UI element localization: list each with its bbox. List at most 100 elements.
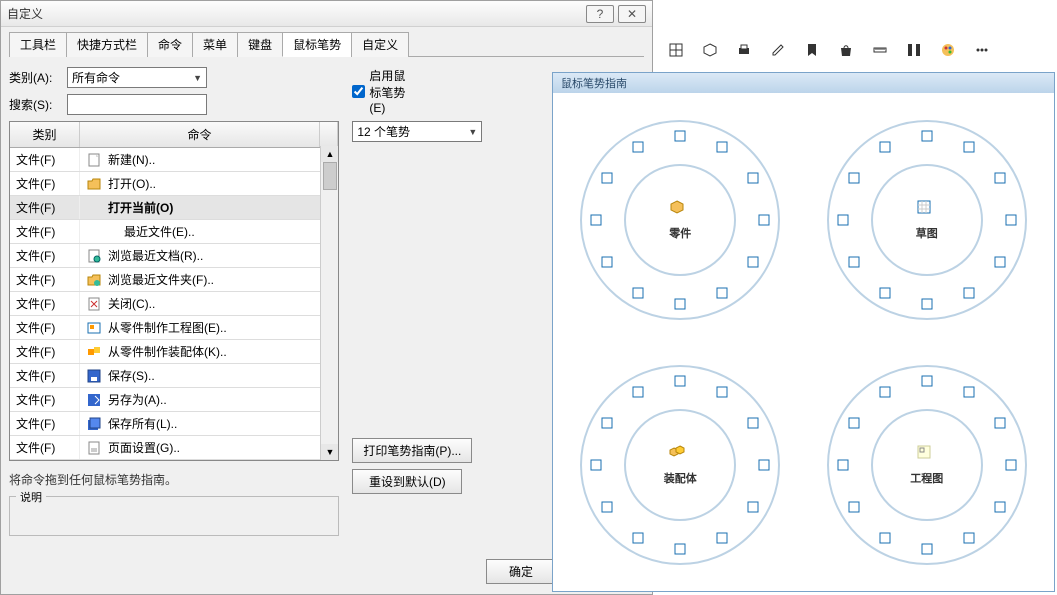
slot-icon[interactable]	[960, 138, 978, 156]
bookmark-icon[interactable]	[802, 40, 822, 60]
enable-gesture-input[interactable]	[352, 85, 365, 98]
asm-contract2-icon[interactable]	[598, 498, 616, 516]
asm-box-icon[interactable]	[755, 456, 773, 474]
table-row[interactable]: 文件(F)浏览最近文件夹(F)..	[10, 268, 338, 292]
drawline-icon[interactable]	[918, 372, 936, 390]
print-icon[interactable]	[734, 40, 754, 60]
compass-icon[interactable]	[876, 529, 894, 547]
point-icon[interactable]	[876, 138, 894, 156]
align-arrow-icon[interactable]	[991, 498, 1009, 516]
table-row[interactable]: 文件(F)保存(S)..	[10, 364, 338, 388]
close-button[interactable]: ✕	[618, 5, 646, 23]
rotate-cube-icon[interactable]	[744, 414, 762, 432]
grid-icon[interactable]	[666, 40, 686, 60]
cube-rot-icon[interactable]	[629, 383, 647, 401]
box-right-icon[interactable]	[744, 169, 762, 187]
search-icon[interactable]	[845, 498, 863, 516]
table-row[interactable]: 文件(F)打开(O)..	[10, 172, 338, 196]
table-row[interactable]: 文件(F)浏览最近文档(R)..	[10, 244, 338, 268]
rect-out-icon[interactable]	[1002, 456, 1020, 474]
clamp-icon[interactable]	[598, 253, 616, 271]
curve-icon[interactable]	[598, 169, 616, 187]
th-command[interactable]: 命令	[80, 122, 320, 147]
chevron-down-icon: ▼	[468, 127, 477, 137]
line2-icon[interactable]	[834, 456, 852, 474]
command-text: 关闭(C)..	[108, 295, 155, 312]
cell-category: 文件(F)	[10, 196, 80, 219]
gesture-wheel: 装配体	[561, 346, 800, 583]
num3-icon[interactable]	[991, 414, 1009, 432]
scroll-thumb[interactable]	[323, 162, 337, 190]
asm-cube-icon[interactable]	[587, 456, 605, 474]
balance-icon[interactable]	[713, 138, 731, 156]
gesture-count-combo[interactable]: 12 个笔势 ▼	[352, 121, 482, 142]
box-icon[interactable]	[755, 211, 773, 229]
palette-icon[interactable]	[938, 40, 958, 60]
drawing-icon	[916, 444, 938, 466]
more-icon[interactable]	[972, 40, 992, 60]
description-group: 说明	[9, 496, 339, 536]
tab-0[interactable]: 工具栏	[9, 32, 67, 57]
rect-icon[interactable]	[918, 295, 936, 313]
corner-icon[interactable]	[991, 253, 1009, 271]
draw-cube-icon[interactable]	[876, 383, 894, 401]
trim-icon[interactable]	[876, 284, 894, 302]
tab-3[interactable]: 菜单	[192, 32, 238, 57]
tab-1[interactable]: 快捷方式栏	[66, 32, 148, 57]
tape-icon[interactable]	[598, 414, 616, 432]
table-row[interactable]: 文件(F)最近文件(E)..	[10, 220, 338, 244]
asm-expand-icon[interactable]	[744, 498, 762, 516]
circle-dot-icon[interactable]	[1002, 211, 1020, 229]
up-arrow-icon[interactable]	[918, 127, 936, 145]
print-guide-button[interactable]: 打印笔势指南(P)...	[352, 438, 472, 463]
help-button[interactable]: ?	[586, 5, 614, 23]
table-row[interactable]: 文件(F)从零件制作装配体(K)..	[10, 340, 338, 364]
circle-out-icon[interactable]	[960, 383, 978, 401]
arc-corner-icon[interactable]	[960, 284, 978, 302]
reset-defaults-button[interactable]: 重设到默认(D)	[352, 469, 462, 494]
tab-5[interactable]: 鼠标笔势	[282, 32, 352, 57]
box-down-icon[interactable]	[671, 295, 689, 313]
table-row[interactable]: 文件(F)页面设置(G)..	[10, 436, 338, 460]
search-input[interactable]	[67, 94, 207, 115]
ruler-icon[interactable]	[870, 40, 890, 60]
ok-button[interactable]: 确定	[486, 559, 556, 584]
balance-icon[interactable]	[713, 383, 731, 401]
vertical-scrollbar[interactable]: ▲ ▼	[320, 146, 338, 460]
up-arrow-icon[interactable]	[671, 372, 689, 390]
bag-icon[interactable]	[836, 40, 856, 60]
tab-4[interactable]: 键盘	[237, 32, 283, 57]
measure-icon[interactable]	[904, 40, 924, 60]
table-row[interactable]: 文件(F)新建(N)..	[10, 148, 338, 172]
asm-contract-icon[interactable]	[629, 529, 647, 547]
spline-icon[interactable]	[845, 253, 863, 271]
table-row[interactable]: 文件(F)关闭(C)..	[10, 292, 338, 316]
enable-gesture-checkbox[interactable]: 启用鼠标笔势(E)	[352, 67, 410, 115]
up-arrow-icon[interactable]	[671, 127, 689, 145]
box2-icon[interactable]	[744, 253, 762, 271]
line-icon[interactable]	[834, 211, 852, 229]
cube-icon[interactable]	[700, 40, 720, 60]
scroll-down-icon[interactable]: ▼	[321, 444, 339, 460]
swap2-icon[interactable]	[918, 540, 936, 558]
tape-icon[interactable]	[587, 211, 605, 229]
table-row[interactable]: 文件(F)打开当前(O)	[10, 196, 338, 220]
table-row[interactable]: 文件(F)从零件制作工程图(E)..	[10, 316, 338, 340]
text-a-icon[interactable]	[960, 529, 978, 547]
edit-icon[interactable]	[768, 40, 788, 60]
clip-icon[interactable]	[671, 540, 689, 558]
mirror-icon[interactable]	[629, 138, 647, 156]
circle-dot2-icon[interactable]	[845, 414, 863, 432]
th-category[interactable]: 类别	[10, 122, 80, 147]
scroll-up-icon[interactable]: ▲	[321, 146, 339, 162]
box-expand-icon[interactable]	[713, 284, 731, 302]
tab-2[interactable]: 命令	[147, 32, 193, 57]
asm-down-icon[interactable]	[713, 529, 731, 547]
swap-icon[interactable]	[991, 169, 1009, 187]
table-row[interactable]: 文件(F)另存为(A)..	[10, 388, 338, 412]
category-combo[interactable]: 所有命令 ▼	[67, 67, 207, 88]
link-icon[interactable]	[845, 169, 863, 187]
table-row[interactable]: 文件(F)保存所有(L)..	[10, 412, 338, 436]
box-contract-icon[interactable]	[629, 284, 647, 302]
tab-6[interactable]: 自定义	[351, 32, 409, 57]
